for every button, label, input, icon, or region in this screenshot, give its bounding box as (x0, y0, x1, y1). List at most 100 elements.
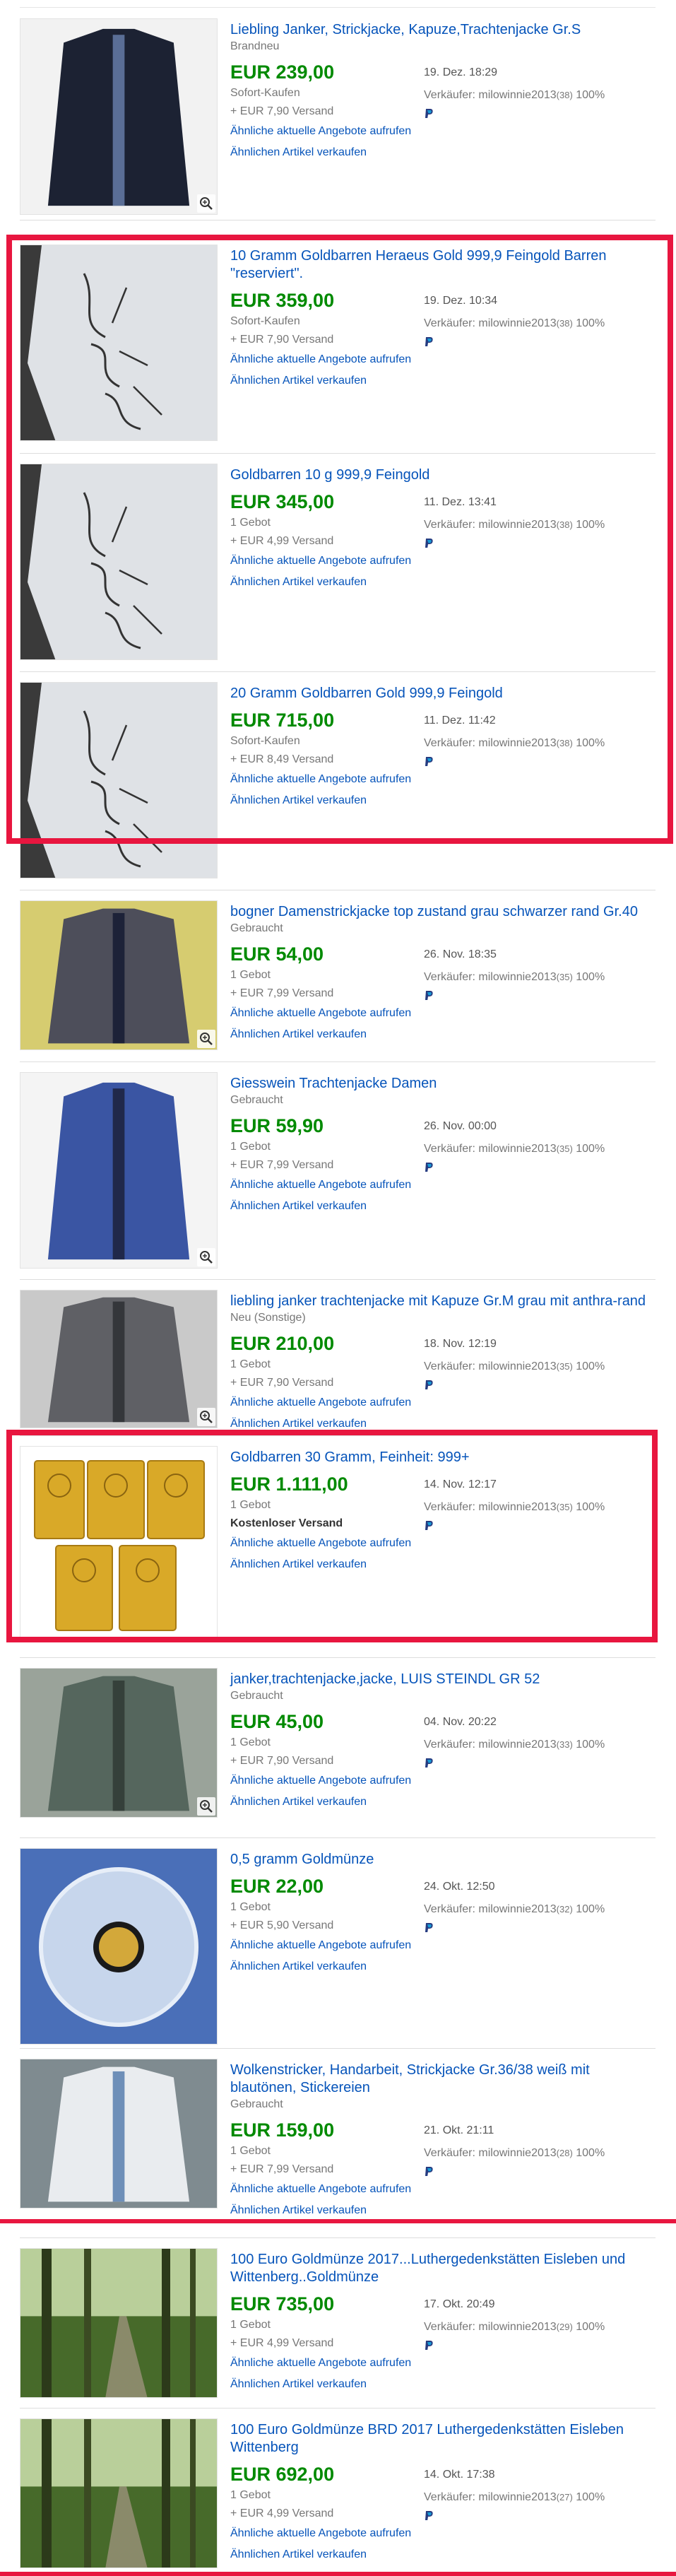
listing-item: Goldbarren 10 g 999,9 Feingold EUR 345,00… (0, 454, 676, 672)
listing-thumbnail[interactable] (20, 2418, 218, 2568)
sell-similar-link[interactable]: Ähnlichen Artikel verkaufen (230, 1558, 367, 1571)
seller-name[interactable]: Verkäufer: milowinnie2013 (424, 89, 557, 101)
seller-name[interactable]: Verkäufer: milowinnie2013 (424, 1739, 557, 1751)
paypal-icon (424, 108, 434, 119)
sell-similar-link[interactable]: Ähnlichen Artikel verkaufen (230, 2548, 367, 2561)
listing-shipping: + EUR 7,99 Versand (230, 2163, 334, 2175)
listing-title[interactable]: 100 Euro Goldmünze 2017...Luthergedenkst… (230, 2251, 647, 2286)
listing-format: 1 Gebot (230, 1358, 271, 1370)
sell-similar-link[interactable]: Ähnlichen Artikel verkaufen (230, 2204, 367, 2217)
zoom-icon[interactable] (197, 1797, 215, 1816)
listing-price: EUR 159,00 (230, 2119, 335, 2141)
seller-name[interactable]: Verkäufer: milowinnie2013 (424, 737, 557, 749)
similar-listings-link[interactable]: Ähnliche aktuelle Angebote aufrufen (230, 125, 411, 138)
paypal-icon (424, 1758, 434, 1768)
zoom-icon[interactable] (197, 194, 215, 213)
similar-listings-link[interactable]: Ähnliche aktuelle Angebote aufrufen (230, 1775, 411, 1787)
sell-similar-link[interactable]: Ähnlichen Artikel verkaufen (230, 146, 367, 159)
listing-thumbnail[interactable] (20, 900, 218, 1050)
listing-seller: Verkäufer: milowinnie2013(35) 100% (424, 1501, 605, 1514)
listing-thumbnail[interactable] (20, 245, 218, 441)
seller-name[interactable]: Verkäufer: milowinnie2013 (424, 1143, 557, 1155)
listing-condition: Gebraucht (230, 922, 283, 934)
listing-date: 21. Okt. 21:11 (424, 2124, 494, 2136)
zoom-icon[interactable] (197, 1408, 215, 1426)
similar-listings-link[interactable]: Ähnliche aktuelle Angebote aufrufen (230, 1537, 411, 1550)
seller-rating: 100% (576, 1360, 605, 1372)
zoom-icon[interactable] (197, 1248, 215, 1266)
listing-thumbnail[interactable] (20, 2248, 218, 2398)
listing-title[interactable]: janker,trachtenjacke,jacke, LUIS STEINDL… (230, 1671, 647, 1688)
similar-listings-link[interactable]: Ähnliche aktuelle Angebote aufrufen (230, 1939, 411, 1952)
sell-similar-link[interactable]: Ähnlichen Artikel verkaufen (230, 1200, 367, 1213)
seller-rating: 100% (576, 2147, 605, 2159)
listing-item: bogner Damenstrickjacke top zustand grau… (0, 890, 676, 1062)
listing-title[interactable]: Goldbarren 30 Gramm, Feinheit: 999+ (230, 1449, 647, 1466)
sell-similar-link[interactable]: Ähnlichen Artikel verkaufen (230, 1960, 367, 1973)
seller-name[interactable]: Verkäufer: milowinnie2013 (424, 1360, 557, 1372)
seller-name[interactable]: Verkäufer: milowinnie2013 (424, 1501, 557, 1513)
similar-listings-link[interactable]: Ähnliche aktuelle Angebote aufrufen (230, 1007, 411, 1020)
sell-similar-link[interactable]: Ähnlichen Artikel verkaufen (230, 794, 367, 807)
listing-title[interactable]: 0,5 gramm Goldmünze (230, 1851, 647, 1869)
listing-title[interactable]: Wolkenstricker, Handarbeit, Strickjacke … (230, 2062, 647, 2097)
listing-thumbnail[interactable] (20, 1072, 218, 1269)
listing-shipping: + EUR 7,90 Versand (230, 1377, 334, 1389)
listing-price: EUR 359,00 (230, 290, 335, 311)
sell-similar-link[interactable]: Ähnlichen Artikel verkaufen (230, 2378, 367, 2391)
seller-name[interactable]: Verkäufer: milowinnie2013 (424, 1903, 557, 1915)
seller-name[interactable]: Verkäufer: milowinnie2013 (424, 2147, 557, 2159)
seller-name[interactable]: Verkäufer: milowinnie2013 (424, 971, 557, 983)
listing-title[interactable]: 100 Euro Goldmünze BRD 2017 Luthergedenk… (230, 2421, 647, 2457)
listing-date: 24. Okt. 12:50 (424, 1881, 495, 1893)
similar-listings-link[interactable]: Ähnliche aktuelle Angebote aufrufen (230, 353, 411, 366)
listing-seller: Verkäufer: milowinnie2013(38) 100% (424, 89, 605, 102)
listing-seller: Verkäufer: milowinnie2013(33) 100% (424, 1739, 605, 1751)
sell-similar-link[interactable]: Ähnlichen Artikel verkaufen (230, 1028, 367, 1041)
zoom-icon[interactable] (197, 1030, 215, 1048)
listing-price: EUR 22,00 (230, 1876, 324, 1897)
listing-thumbnail[interactable] (20, 1290, 218, 1428)
listing-thumbnail[interactable] (20, 1668, 218, 1818)
listing-shipping: + EUR 7,90 Versand (230, 105, 334, 117)
listing-title[interactable]: Liebling Janker, Strickjacke, Kapuze,Tra… (230, 21, 647, 39)
sell-similar-link[interactable]: Ähnlichen Artikel verkaufen (230, 1796, 367, 1809)
listing-thumbnail[interactable] (20, 1446, 218, 1642)
listing-title[interactable]: bogner Damenstrickjacke top zustand grau… (230, 903, 647, 921)
listing-format: 1 Gebot (230, 2489, 271, 2501)
seller-feedback-count: (33) (556, 1739, 573, 1750)
listing-seller: Verkäufer: milowinnie2013(32) 100% (424, 1903, 605, 1916)
seller-rating: 100% (576, 1143, 605, 1155)
similar-listings-link[interactable]: Ähnliche aktuelle Angebote aufrufen (230, 1396, 411, 1409)
listing-title[interactable]: 10 Gramm Goldbarren Heraeus Gold 999,9 F… (230, 247, 647, 283)
sell-similar-link[interactable]: Ähnlichen Artikel verkaufen (230, 1418, 367, 1430)
listing-date: 04. Nov. 20:22 (424, 1716, 497, 1728)
listing-thumbnail[interactable] (20, 18, 218, 215)
sell-similar-link[interactable]: Ähnlichen Artikel verkaufen (230, 375, 367, 387)
listing-thumbnail[interactable] (20, 2059, 218, 2209)
listing-title[interactable]: liebling janker trachtenjacke mit Kapuze… (230, 1293, 647, 1310)
sell-similar-link[interactable]: Ähnlichen Artikel verkaufen (230, 576, 367, 589)
listing-title[interactable]: Giesswein Trachtenjacke Damen (230, 1075, 647, 1093)
seller-feedback-count: (28) (556, 2148, 573, 2158)
similar-listings-link[interactable]: Ähnliche aktuelle Angebote aufrufen (230, 2357, 411, 2370)
listing-item: 100 Euro Goldmünze BRD 2017 Luthergedenk… (0, 2409, 676, 2576)
seller-name[interactable]: Verkäufer: milowinnie2013 (424, 519, 557, 531)
seller-rating: 100% (576, 737, 605, 749)
listing-thumbnail[interactable] (20, 1848, 218, 2045)
similar-listings-link[interactable]: Ähnliche aktuelle Angebote aufrufen (230, 1179, 411, 1192)
listing-shipping: + EUR 7,90 Versand (230, 334, 334, 346)
listing-thumbnail[interactable] (20, 682, 218, 878)
similar-listings-link[interactable]: Ähnliche aktuelle Angebote aufrufen (230, 2183, 411, 2196)
listing-shipping: + EUR 8,49 Versand (230, 753, 334, 765)
seller-name[interactable]: Verkäufer: milowinnie2013 (424, 2491, 557, 2503)
listing-thumbnail[interactable] (20, 464, 218, 660)
similar-listings-link[interactable]: Ähnliche aktuelle Angebote aufrufen (230, 773, 411, 786)
seller-name[interactable]: Verkäufer: milowinnie2013 (424, 2321, 557, 2333)
similar-listings-link[interactable]: Ähnliche aktuelle Angebote aufrufen (230, 2527, 411, 2540)
listing-title[interactable]: Goldbarren 10 g 999,9 Feingold (230, 466, 647, 484)
listing-title[interactable]: 20 Gramm Goldbarren Gold 999,9 Feingold (230, 685, 647, 702)
seller-name[interactable]: Verkäufer: milowinnie2013 (424, 317, 557, 329)
similar-listings-link[interactable]: Ähnliche aktuelle Angebote aufrufen (230, 555, 411, 567)
listing-date: 11. Dez. 13:41 (424, 496, 497, 508)
